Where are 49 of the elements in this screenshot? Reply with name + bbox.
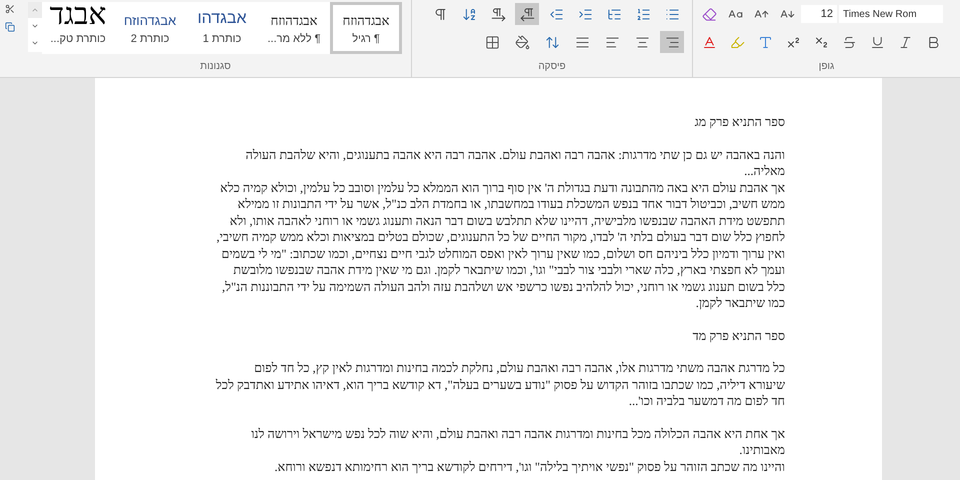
style-item[interactable]: אבגד כותרת טק... bbox=[42, 2, 114, 54]
multilevel-list-icon bbox=[606, 6, 622, 22]
strikethrough-icon bbox=[842, 34, 856, 50]
body-paragraph: והיינו מה שכתב הזוהר על פסוק "נפשי אויתיך בלילה" וגו', דירחים לקודשא בריך הוא רחימותא דנפשא ורוחא. bbox=[274, 458, 785, 475]
scissors-icon[interactable] bbox=[5, 4, 15, 14]
style-item[interactable]: אבגדהוזח כותרת 2 bbox=[114, 2, 186, 54]
left-to-right-icon bbox=[490, 6, 506, 22]
chapter-heading: ספר התניא פרק מד bbox=[692, 328, 785, 344]
indent-increase-icon bbox=[578, 6, 592, 22]
line-spacing-icon bbox=[544, 34, 560, 50]
borders-icon bbox=[484, 34, 500, 50]
right-to-left-icon bbox=[520, 6, 534, 22]
bullet-list-icon bbox=[664, 6, 680, 22]
highlighter-icon bbox=[730, 34, 744, 50]
text-effects-icon bbox=[758, 34, 772, 50]
chevron-down-icon bbox=[31, 39, 39, 47]
align-right-icon bbox=[664, 34, 680, 50]
group-label: גופן bbox=[818, 60, 834, 74]
justify-icon bbox=[574, 34, 590, 50]
style-item[interactable]: אבגדהו כותרת 1 bbox=[186, 2, 258, 54]
right-to-left-button[interactable] bbox=[515, 3, 539, 25]
style-item[interactable]: אבגדהוזח ¶ ללא מר... bbox=[258, 2, 330, 54]
chevron-up-icon bbox=[31, 6, 39, 14]
italic-icon bbox=[898, 34, 912, 50]
sort-icon bbox=[462, 6, 476, 22]
font-color-icon bbox=[702, 34, 716, 50]
superscript-icon bbox=[786, 34, 800, 50]
chapter-heading: ספר התניא פרק מג bbox=[694, 114, 785, 130]
align-center-icon bbox=[634, 34, 650, 50]
align-right-button[interactable] bbox=[660, 31, 684, 53]
underline-icon bbox=[870, 34, 884, 50]
copy-icon[interactable] bbox=[5, 22, 15, 32]
chevron-down-icon bbox=[31, 22, 39, 30]
subscript-icon bbox=[814, 34, 828, 50]
group-label: פיסקה bbox=[538, 60, 566, 74]
body-paragraph: כל מדרגת אהבה משתי מדרגות אלו, אהבה רבה ואהבת עולם, נחלקת לכמה בחינות ומדרגות לאין קץ, כל חד לפום שיעורא דיליה, כמו שכתבו בזוהר הקדוש על פסוק "נודע בשערים בעלה", דא קודשא בריך הוא, דאיהו אתידע ואתדבק לכל חד לפום מה דמשער בלביה וכו'... bbox=[215, 360, 785, 410]
group-label: סגנונות bbox=[200, 60, 231, 74]
pilcrow-icon bbox=[432, 6, 448, 22]
font-size-field[interactable]: 12 bbox=[801, 5, 837, 23]
body-paragraph: והנה באהבה יש גם כן שתי מדרגות: אהבה רבה ואהבת עולם. אהבה רבה היא אהבה בתענוגים, והיא שלהבת העולה מאליה... bbox=[244, 146, 785, 180]
eraser-icon bbox=[702, 6, 716, 22]
body-paragraph: אך אחת היא אהבה הכלולה מכל בחינות ומדרגות אהבה רבה ואהבת עולם, והיא שוה לכל נפש מישראל וירושה לנו מאבותינו. bbox=[250, 426, 785, 458]
font-name-field[interactable]: Times New Rom bbox=[839, 5, 943, 23]
align-left-icon bbox=[604, 34, 620, 50]
indent-decrease-icon bbox=[548, 6, 564, 22]
style-item[interactable]: אבגדהוזח ¶ רגיל bbox=[330, 2, 402, 54]
body-paragraph: אך אהבת עולם היא באה מהתבונה ודעת בגדולת ה' אין סוף ברוך הוא הממלא כל עלמין וסובב כל עלמין, וכולא קמיה כלא ממש חשיב, וכביטול דבור אחד בנפש המשכלת בעודו במחשבתו, או בחמדת הלב כנ"ל, אשר על ידי התבונות זו ממילא תתפשט מידת האהבה שבנפשו מלבישיה, דהיינו שלא תתלבש בשום דבר הנאה ותענוג גשמי או רוחני לאהבה אותו, ולא לחפוץ כלל שום דבר בעולם בלתי ה' לבדו, מקור החיים של כל התענוגים, שכולם בטלים במציאות וכלא ממש קמיה חשיבי, ואין ערוך ודמיון כלל ביניהם חס ושלום, כמו שאין ערוך לאין ואפס המוחלט לגבי חיים נצחיים, וכמו שכתוב: "מי לי בשמים ועמך לא חפצתי בארץ, כלה שארי ולבבי צור לבבי" וגו', וכמו שיתבאר לקמן. וגם מי שאין מידת אהבה שבנפשו מלובשת כלל בשום תענוג גשמי או רוחני, יכול להלהיב נפשו כרשפי אש ושלהבת עזה ולהב העולה השמימה על ידי התבוננות הנ"ל, כמו שיתבאר לקמן. bbox=[215, 180, 785, 312]
numbered-list-icon bbox=[636, 6, 650, 22]
paint-bucket-icon bbox=[514, 34, 530, 50]
